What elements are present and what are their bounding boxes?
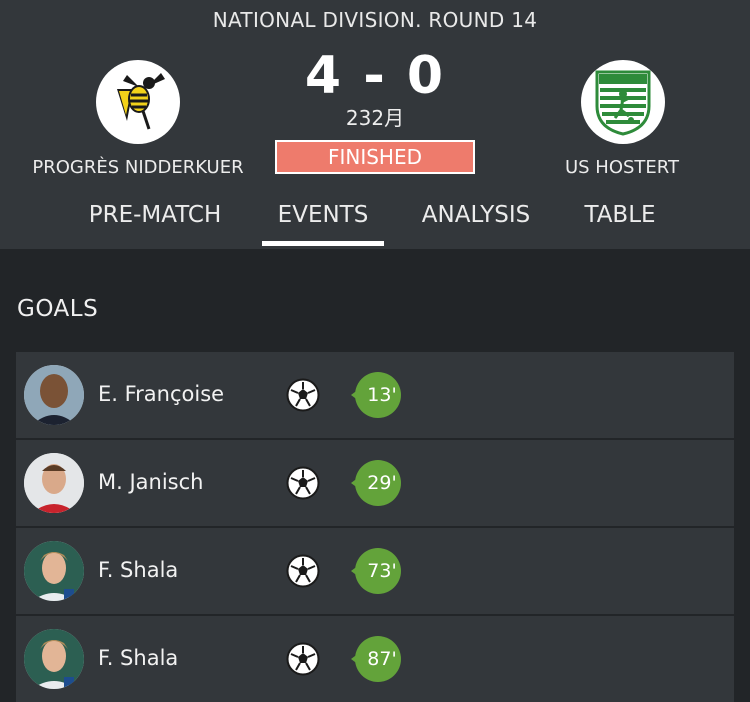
goal-minute: 73' [367,560,397,582]
match-status-badge: FINISHED [275,140,475,174]
soccer-ball-icon [286,466,320,500]
soccer-ball-icon [286,554,320,588]
goal-row[interactable]: M. Janisch 29' [16,440,734,526]
away-team-logo[interactable] [581,60,665,144]
goal-minute-bubble: 73' [351,548,401,594]
avatar [24,453,84,513]
goal-minute-bubble: 87' [351,636,401,682]
match-header: NATIONAL DIVISION. ROUND 14 PROGRÈS NIDD… [0,0,750,249]
goal-minute: 29' [367,472,397,494]
avatar [24,629,84,689]
match-tabs: PRE-MATCH EVENTS ANALYSIS TABLE [0,196,750,249]
goal-minute-bubble: 13' [351,372,401,418]
goal-row[interactable]: E. Françoise 13' [16,352,734,438]
tab-pre-match[interactable]: PRE-MATCH [70,198,240,248]
player-name: F. Shala [98,646,179,670]
player-name: M. Janisch [98,470,204,494]
goal-minute: 87' [367,648,397,670]
match-score: 4 - 0 [304,46,446,106]
goal-row[interactable]: F. Shala 87' [16,616,734,702]
active-tab-indicator [262,241,384,246]
match-date: 232月 [345,106,405,130]
player-name: F. Shala [98,558,179,582]
home-team-logo[interactable] [96,60,180,144]
goals-section-title: GOALS [17,296,99,322]
avatar [24,541,84,601]
soccer-ball-icon [286,378,320,412]
footballer-crest-icon [595,70,651,136]
home-team-name[interactable]: PROGRÈS NIDDERKUER [8,157,268,178]
player-name: E. Françoise [98,382,225,406]
wasp-crest-icon [117,73,165,130]
tab-analysis[interactable]: ANALYSIS [404,198,548,248]
goal-minute-bubble: 29' [351,460,401,506]
avatar [24,365,84,425]
tab-table[interactable]: TABLE [570,198,670,248]
goal-row[interactable]: F. Shala 73' [16,528,734,614]
soccer-ball-icon [286,642,320,676]
goal-minute: 13' [367,384,397,406]
competition-round: NATIONAL DIVISION. ROUND 14 [212,8,538,32]
away-team-name[interactable]: US HOSTERT [492,157,750,178]
